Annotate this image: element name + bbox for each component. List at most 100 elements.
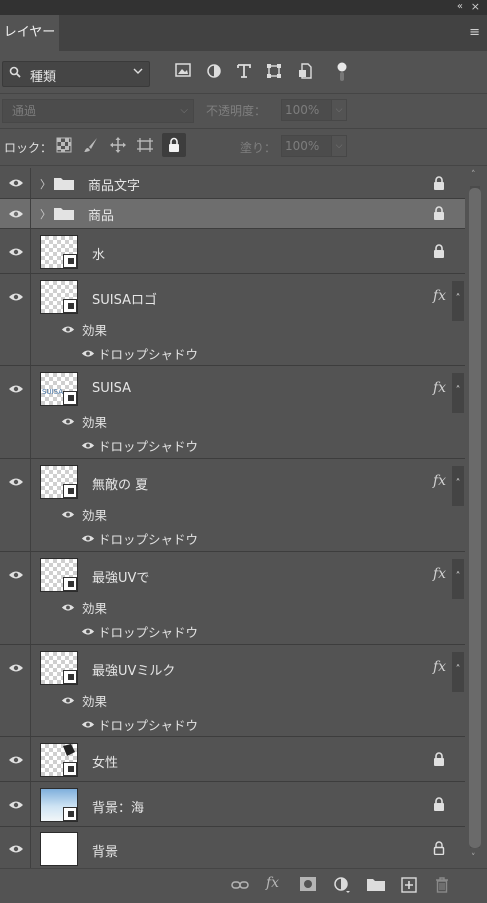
layer-name: 商品 <box>88 209 115 224</box>
visibility-eye-icon[interactable] <box>8 663 24 673</box>
new-group-icon[interactable] <box>367 877 385 893</box>
lock-artboard-icon[interactable] <box>137 137 155 155</box>
fill-slider-chevron-icon[interactable]: ⌵ <box>331 135 347 157</box>
lock-position-icon[interactable] <box>110 137 128 155</box>
layer-row[interactable]: SUISA SUISA fx ˄ 効果 ドロップシャドウ <box>0 366 465 459</box>
visibility-eye-icon[interactable] <box>8 384 24 394</box>
layer-thumbnail <box>40 651 78 685</box>
lock-all-button[interactable] <box>162 133 186 157</box>
visibility-eye-icon[interactable] <box>8 570 24 580</box>
layer-row[interactable]: 〉 商品文字 <box>0 168 465 199</box>
lock-image-pixels-icon[interactable] <box>83 137 101 155</box>
effect-name[interactable]: ドロップシャドウ <box>98 622 198 641</box>
layers-scrollbar[interactable]: ˄ ˅ <box>466 168 487 865</box>
visibility-eye-icon[interactable] <box>8 209 24 219</box>
fx-icon[interactable]: fx <box>433 473 446 489</box>
scroll-up-icon[interactable]: ˄ <box>471 170 476 180</box>
layer-row[interactable]: 女性 <box>0 737 465 782</box>
effects-eye-icon[interactable] <box>61 325 75 334</box>
panel-menu-icon[interactable]: ≡ <box>469 25 480 40</box>
effect-eye-icon[interactable] <box>81 720 95 729</box>
filter-toggle-icon[interactable] <box>337 62 347 82</box>
layer-row-selected[interactable]: 〉 商品 <box>0 199 465 229</box>
layer-thumbnail <box>40 465 78 499</box>
collapse-effects-icon[interactable]: ˄ <box>452 652 464 692</box>
effect-eye-icon[interactable] <box>81 534 95 543</box>
effect-eye-icon[interactable] <box>81 627 95 636</box>
chevron-down-icon <box>133 66 143 79</box>
effect-eye-icon[interactable] <box>81 349 95 358</box>
fx-icon[interactable]: fx <box>433 566 446 582</box>
add-style-icon[interactable]: fx <box>266 875 284 891</box>
visibility-eye-icon[interactable] <box>8 755 24 765</box>
layer-name: SUISAロゴ <box>92 293 157 308</box>
layer-lock-icon <box>434 797 444 811</box>
smart-object-filter-icon[interactable] <box>297 63 315 81</box>
link-layers-icon[interactable] <box>231 877 249 893</box>
layer-name: 水 <box>92 248 106 263</box>
effects-eye-icon[interactable] <box>61 696 75 705</box>
panel-top-strip: « × <box>0 0 487 15</box>
new-layer-icon[interactable] <box>401 877 419 893</box>
effect-name[interactable]: ドロップシャドウ <box>98 436 198 455</box>
collapse-effects-icon[interactable]: ˄ <box>452 559 464 599</box>
tab-layers[interactable]: レイヤー <box>0 15 59 51</box>
layer-row[interactable]: 最強UVで fx ˄ 効果 ドロップシャドウ <box>0 552 465 645</box>
visibility-eye-icon[interactable] <box>8 178 24 188</box>
new-fill-adjustment-icon[interactable] <box>334 877 352 893</box>
type-filter-icon[interactable] <box>236 63 254 81</box>
effect-name[interactable]: ドロップシャドウ <box>98 715 198 734</box>
delete-layer-icon[interactable] <box>435 877 453 893</box>
visibility-eye-icon[interactable] <box>8 477 24 487</box>
layer-row[interactable]: 水 <box>0 229 465 274</box>
effect-name[interactable]: ドロップシャドウ <box>98 529 198 548</box>
layer-row[interactable]: 最強UVミルク fx ˄ 効果 ドロップシャドウ <box>0 645 465 737</box>
panel-tab-bar: レイヤー ≡ <box>0 15 487 51</box>
lock-all-icon <box>169 137 179 152</box>
smart-object-badge-icon <box>63 299 77 313</box>
collapse-effects-icon[interactable]: ˄ <box>452 466 464 506</box>
visibility-eye-icon[interactable] <box>8 247 24 257</box>
visibility-eye-icon[interactable] <box>8 292 24 302</box>
add-mask-icon[interactable] <box>300 877 318 893</box>
opacity-slider-chevron-icon[interactable]: ⌵ <box>331 99 347 121</box>
adjustment-filter-icon[interactable] <box>206 63 224 81</box>
expand-arrow-icon[interactable]: 〉 <box>40 206 51 222</box>
close-panel-icon[interactable]: × <box>471 0 480 13</box>
opacity-input[interactable]: 100% <box>281 99 332 121</box>
layer-thumbnail: SUISA <box>40 372 78 406</box>
scroll-down-icon[interactable]: ˅ <box>471 853 476 863</box>
filter-row: 種類 <box>0 51 487 94</box>
layer-lock-icon <box>434 206 444 220</box>
filter-kind-select[interactable]: 種類 <box>2 61 150 87</box>
visibility-eye-icon[interactable] <box>8 844 24 854</box>
expand-arrow-icon[interactable]: 〉 <box>40 176 51 192</box>
blend-mode-select[interactable]: 通過 ⌵ <box>2 99 194 123</box>
fx-icon[interactable]: fx <box>433 659 446 675</box>
fx-icon[interactable]: fx <box>433 380 446 396</box>
visibility-eye-icon[interactable] <box>8 800 24 810</box>
layer-row[interactable]: SUISAロゴ fx ˄ 効果 ドロップシャドウ <box>0 274 465 366</box>
fill-input[interactable]: 100% <box>281 135 332 157</box>
effects-label: 効果 <box>82 694 108 709</box>
layer-row[interactable]: 背景：海 <box>0 782 465 827</box>
collapse-panel-icon[interactable]: « <box>457 1 463 12</box>
effects-eye-icon[interactable] <box>61 417 75 426</box>
shape-filter-icon[interactable] <box>266 63 284 81</box>
collapse-effects-icon[interactable]: ˄ <box>452 281 464 321</box>
collapse-effects-icon[interactable]: ˄ <box>452 373 464 413</box>
scroll-thumb[interactable] <box>469 188 481 848</box>
layer-thumbnail <box>40 788 78 822</box>
effects-eye-icon[interactable] <box>61 603 75 612</box>
row-divider <box>30 459 31 551</box>
filter-kind-label: 種類 <box>30 70 57 85</box>
effect-eye-icon[interactable] <box>81 441 95 450</box>
lock-transparent-pixels-icon[interactable] <box>56 137 74 155</box>
effects-eye-icon[interactable] <box>61 510 75 519</box>
layer-row[interactable]: 背景 <box>0 827 465 868</box>
fx-icon[interactable]: fx <box>433 288 446 304</box>
image-filter-icon[interactable] <box>175 63 193 81</box>
layer-thumbnail <box>40 743 78 777</box>
layer-row[interactable]: 無敵の 夏 fx ˄ 効果 ドロップシャドウ <box>0 459 465 552</box>
effect-name[interactable]: ドロップシャドウ <box>98 344 198 363</box>
